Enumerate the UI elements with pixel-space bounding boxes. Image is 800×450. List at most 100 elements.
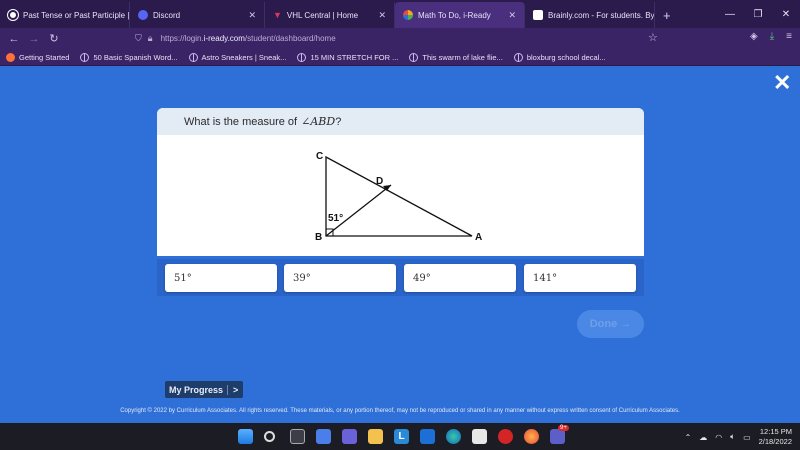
forward-icon[interactable]: → (24, 33, 44, 45)
close-lesson-icon[interactable]: ✕ (773, 70, 791, 96)
bookmark-label: This swarm of lake flie... (422, 52, 503, 62)
globe-icon (188, 52, 198, 62)
windows-start-icon[interactable] (238, 429, 253, 444)
opera-icon[interactable] (498, 429, 513, 444)
lock-icon[interactable]: 🔒︎ (148, 33, 153, 44)
question-suffix: ? (335, 115, 342, 128)
address-bar[interactable]: ⛉ 🔒︎ https://login. i-ready.com/student/d… (135, 30, 665, 47)
tab-vhl-central[interactable]: ▼ VHL Central | Home ✕ (265, 2, 395, 28)
store-icon[interactable] (472, 429, 487, 444)
answer-choice[interactable]: 49° (404, 264, 516, 292)
back-icon[interactable]: ← (4, 33, 24, 45)
menu-icon[interactable]: ≡ (786, 31, 792, 42)
bookmark-label: bloxburg school decal... (526, 52, 606, 62)
ray-bd (325, 184, 392, 237)
chat-icon[interactable] (342, 429, 357, 444)
tab-past-tense[interactable]: Past Tense or Past Participle | Sc ✕ (0, 2, 130, 28)
bookmark-item[interactable]: 50 Basic Spanish Word... (80, 52, 178, 62)
edge-icon[interactable] (446, 429, 461, 444)
globe-icon (80, 52, 90, 62)
download-icon[interactable]: ⤓ (770, 31, 774, 42)
answer-choice[interactable]: 51° (165, 264, 277, 292)
brainly-icon (533, 10, 543, 20)
bookmark-item[interactable]: Astro Sneakers | Sneak... (188, 52, 286, 62)
navigation-bar: ← → ↻ ⛉ 🔒︎ https://login. i-ready.com/stu… (0, 28, 800, 49)
clock-date: 2/18/2022 (758, 437, 792, 446)
teams-badge: 9+ (558, 425, 569, 431)
tab-title: Discord (153, 10, 181, 20)
close-window-icon[interactable]: ✕ (772, 0, 800, 28)
lesson-page: ✕ What is the measure of ∠ABD? C D B A 5… (0, 67, 800, 423)
firefox-icon (6, 52, 15, 62)
launcher-app-icon[interactable]: L (394, 429, 409, 444)
answer-choice[interactable]: 141° (524, 264, 636, 292)
tab-title: Math To Do, i-Ready (418, 10, 491, 20)
new-tab-button[interactable]: + (655, 2, 679, 28)
window-controls: — ❐ ✕ (716, 0, 800, 28)
my-progress-button[interactable]: My Progress > (165, 381, 244, 398)
triangle-abc (325, 155, 473, 237)
bookmark-item[interactable]: This swarm of lake flie... (409, 52, 503, 62)
clock-time: 12:15 PM (759, 427, 792, 436)
question-angle: ∠ABD (301, 115, 336, 128)
firefox-taskbar-icon[interactable] (524, 429, 539, 444)
bookmark-star-icon[interactable]: ☆ (648, 31, 658, 44)
progress-label: My Progress (169, 384, 224, 395)
bookmark-item[interactable]: 15 MIN STRETCH FOR ... (297, 52, 399, 62)
tab-title: VHL Central | Home (286, 10, 359, 20)
url-path: /student/dashboard/home (244, 34, 336, 43)
wifi-icon[interactable]: ◠ (715, 433, 722, 442)
iready-icon (403, 10, 413, 20)
label-a: A (475, 232, 482, 243)
close-tab-icon[interactable]: ✕ (372, 10, 386, 21)
system-tray: ⌃ ☁ ◠ 🔈︎ ▭ 12:15 PM 2/18/2022 (685, 427, 792, 447)
shield-icon[interactable]: ⛉ (135, 33, 142, 44)
tab-strip: Past Tense or Past Participle | Sc ✕ Dis… (0, 0, 800, 28)
clock[interactable]: 12:15 PM 2/18/2022 (759, 427, 792, 447)
progress-arrow: > (227, 384, 243, 395)
globe-icon (409, 52, 419, 62)
label-b: B (315, 232, 322, 243)
angle-measure-label: 51° (328, 213, 343, 224)
battery-icon[interactable]: ▭ (743, 433, 751, 442)
reload-icon[interactable]: ↻ (44, 32, 64, 45)
bookmark-item[interactable]: bloxburg school decal... (513, 52, 606, 62)
volume-icon[interactable]: 🔈︎ (730, 432, 735, 442)
tab-discord[interactable]: Discord ✕ (130, 2, 265, 28)
answer-choices: 51° 39° 49° 141° (157, 259, 644, 296)
pocket-icon[interactable]: ◈ (750, 31, 758, 42)
question-prompt: What is the measure of ∠ABD? (157, 108, 644, 135)
bookmark-label: 15 MIN STRETCH FOR ... (310, 52, 399, 62)
url-prefix: https://login. (160, 34, 204, 43)
tab-iready[interactable]: Math To Do, i-Ready ✕ (395, 2, 525, 28)
tab-title: Past Tense or Past Participle | Sc (23, 10, 130, 20)
label-c: C (316, 151, 323, 162)
taskbar: L 9+ ⌃ ☁ ◠ 🔈︎ ▭ 12:15 PM 2/18/2022 (0, 423, 800, 450)
site-favicon-icon (8, 10, 18, 20)
discord-icon (138, 10, 148, 20)
close-tab-icon[interactable]: ✕ (502, 10, 516, 21)
close-tab-icon[interactable]: ✕ (242, 10, 256, 21)
label-d: D (376, 176, 383, 187)
bookmark-getting-started[interactable]: Getting Started (6, 52, 70, 62)
bookmarks-bar: Getting Started 50 Basic Spanish Word...… (0, 49, 800, 66)
done-button[interactable]: Done → (577, 310, 644, 338)
tab-brainly[interactable]: Brainly.com - For students. By s ✕ (525, 2, 655, 28)
question-card: What is the measure of ∠ABD? C D B A 51° (157, 108, 644, 256)
mail-icon[interactable] (420, 429, 435, 444)
restore-icon[interactable]: ❐ (744, 0, 772, 28)
globe-icon (513, 52, 523, 62)
answer-choice[interactable]: 39° (284, 264, 396, 292)
minimize-icon[interactable]: — (716, 0, 744, 28)
chevron-up-icon[interactable]: ⌃ (685, 433, 692, 442)
vhl-icon: ▼ (273, 10, 282, 20)
bookmark-label: Getting Started (19, 52, 70, 62)
teams-icon[interactable]: 9+ (550, 425, 569, 444)
search-icon[interactable] (264, 431, 275, 442)
cloud-icon[interactable]: ☁ (699, 433, 707, 442)
file-explorer-icon[interactable] (368, 429, 383, 444)
widgets-icon[interactable] (316, 429, 331, 444)
task-view-icon[interactable] (290, 429, 305, 444)
globe-icon (297, 52, 307, 62)
question-text: What is the measure of (184, 115, 298, 128)
